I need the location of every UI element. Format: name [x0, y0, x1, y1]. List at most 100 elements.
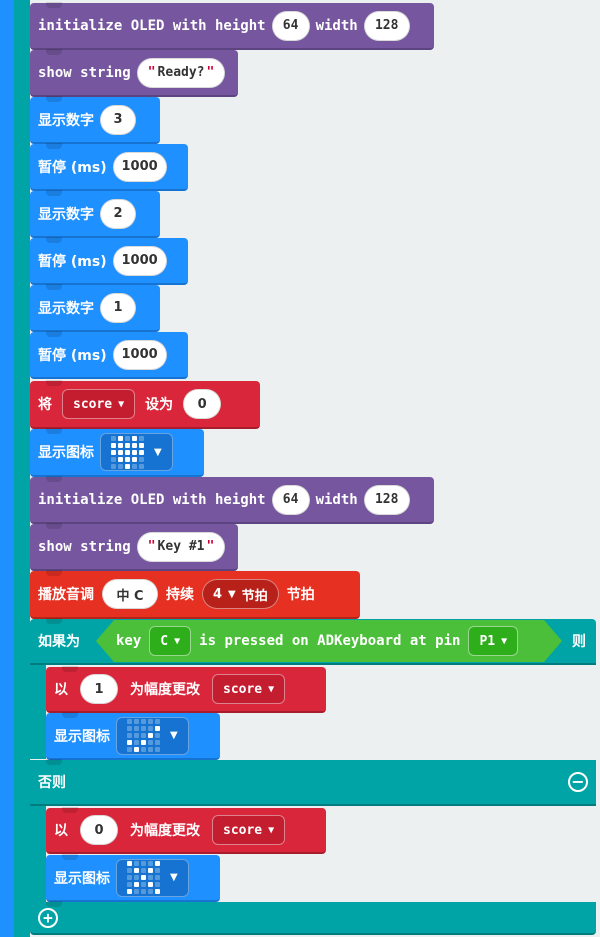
beats-unit: 节拍 — [241, 588, 268, 604]
value-input[interactable]: 0 — [80, 815, 118, 845]
pin-dropdown[interactable]: P1 ▼ — [468, 626, 518, 656]
number-input[interactable]: 1 — [100, 292, 136, 323]
block-label: 暂停 (ms) — [38, 159, 107, 176]
x-icon — [127, 861, 160, 894]
caret-down-icon: ▼ — [268, 683, 275, 695]
add-else-icon[interactable]: + — [38, 907, 58, 928]
show-string-block[interactable]: show string Key #1 — [30, 523, 238, 571]
number-input[interactable]: 2 — [100, 198, 136, 229]
heart-icon — [111, 435, 144, 469]
show-icon-block[interactable]: 显示图标 ▼ — [30, 428, 204, 477]
block-label: 显示图标 — [54, 870, 110, 887]
variable-name: score — [223, 681, 263, 697]
caret-down-icon: ▼ — [228, 588, 236, 600]
change-variable-block[interactable]: 以 0 为幅度更改 score ▼ — [46, 807, 326, 854]
pin-value: P1 — [479, 633, 496, 649]
note-input[interactable]: 中 C — [102, 579, 158, 609]
block-label: width — [315, 491, 358, 508]
value-input[interactable]: 0 — [183, 389, 222, 419]
block-label: is pressed on ADKeyboard at pin — [199, 633, 461, 649]
block-label: 为幅度更改 — [130, 682, 200, 698]
block-label: 暂停 (ms) — [38, 347, 107, 364]
height-input[interactable]: 64 — [271, 10, 310, 41]
block-label: 暂停 (ms) — [38, 253, 107, 270]
width-input[interactable]: 128 — [363, 10, 410, 41]
beats-value: 4 — [213, 586, 223, 602]
change-variable-block[interactable]: 以 1 为幅度更改 score ▼ — [46, 666, 326, 713]
variable-name: score — [223, 822, 263, 838]
string-value: Key #1 — [157, 539, 205, 554]
keyboard-condition-block[interactable]: key C ▼ is pressed on ADKeyboard at pin P… — [96, 620, 562, 662]
block-label: initialize OLED with height — [38, 17, 266, 34]
block-label: 设为 — [145, 397, 174, 413]
caret-down-icon: ▼ — [170, 730, 178, 741]
caret-down-icon: ▼ — [154, 446, 162, 458]
height-input[interactable]: 64 — [271, 484, 310, 515]
block-label: 持续 — [166, 587, 194, 603]
caret-down-icon: ▼ — [174, 635, 181, 647]
variable-dropdown[interactable]: score ▼ — [212, 815, 286, 845]
block-label: 显示数字 — [38, 112, 94, 129]
caret-down-icon: ▼ — [501, 635, 508, 647]
caret-down-icon: ▼ — [118, 398, 125, 410]
if-arm — [30, 665, 46, 759]
init-oled-block[interactable]: initialize OLED with height 64 width 128 — [30, 2, 434, 50]
icon-dropdown[interactable]: ▼ — [100, 433, 173, 471]
else-header[interactable]: 否则 − — [30, 759, 596, 806]
block-label: 显示数字 — [38, 206, 94, 223]
block-label: 以 — [54, 823, 68, 839]
ms-input[interactable]: 1000 — [112, 339, 167, 370]
icon-dropdown[interactable]: ▼ — [116, 858, 189, 897]
set-variable-block[interactable]: 将 score ▼ 设为 0 — [30, 380, 260, 429]
variable-dropdown[interactable]: score ▼ — [212, 674, 286, 704]
block-label: 显示数字 — [38, 300, 94, 317]
block-label: show string — [38, 64, 131, 81]
value-input[interactable]: 1 — [80, 674, 118, 704]
else-arm — [30, 806, 46, 902]
pause-block[interactable]: 暂停 (ms) 1000 — [30, 143, 188, 191]
if-footer: + — [30, 901, 596, 935]
block-label: 如果为 — [38, 634, 80, 650]
show-number-block[interactable]: 显示数字 2 — [30, 190, 160, 238]
rail-blue — [0, 0, 14, 937]
show-number-block[interactable]: 显示数字 3 — [30, 96, 160, 144]
block-label: show string — [38, 538, 131, 555]
pause-block[interactable]: 暂停 (ms) 1000 — [30, 237, 188, 285]
block-label: 播放音调 — [38, 587, 94, 603]
block-label: 以 — [54, 682, 68, 698]
variable-dropdown[interactable]: score ▼ — [62, 389, 136, 419]
key-value: C — [160, 633, 169, 649]
show-icon-block[interactable]: 显示图标 ▼ — [46, 854, 220, 902]
block-label: key — [116, 633, 142, 649]
pause-block[interactable]: 暂停 (ms) 1000 — [30, 331, 188, 379]
block-label: initialize OLED with height — [38, 491, 266, 508]
string-input[interactable]: Key #1 — [136, 531, 226, 562]
rail-teal — [14, 0, 30, 937]
block-label: 则 — [572, 634, 586, 650]
check-icon — [127, 719, 160, 752]
block-label: 显示图标 — [38, 445, 94, 461]
show-icon-block[interactable]: 显示图标 ▼ — [46, 712, 220, 760]
ms-input[interactable]: 1000 — [112, 245, 167, 276]
key-dropdown[interactable]: C ▼ — [149, 626, 191, 656]
block-label: 显示图标 — [54, 728, 110, 745]
number-input[interactable]: 3 — [100, 104, 136, 135]
ms-input[interactable]: 1000 — [112, 151, 167, 182]
block-label: width — [315, 17, 358, 34]
play-tone-block[interactable]: 播放音调 中 C 持续 4 ▼ 节拍 节拍 — [30, 570, 360, 619]
caret-down-icon: ▼ — [170, 872, 178, 883]
block-label: 节拍 — [286, 587, 315, 603]
string-value: Ready? — [157, 65, 205, 80]
width-input[interactable]: 128 — [363, 484, 410, 515]
icon-dropdown[interactable]: ▼ — [116, 716, 189, 755]
show-string-block[interactable]: show string Ready? — [30, 49, 238, 97]
string-input[interactable]: Ready? — [136, 57, 226, 88]
beats-dropdown[interactable]: 4 ▼ 节拍 — [202, 579, 279, 609]
block-label: 否则 — [38, 775, 66, 791]
remove-else-icon[interactable]: − — [568, 772, 588, 792]
caret-down-icon: ▼ — [268, 824, 275, 836]
block-label: 为幅度更改 — [130, 823, 200, 839]
init-oled-block[interactable]: initialize OLED with height 64 width 128 — [30, 476, 434, 524]
variable-name: score — [73, 396, 113, 412]
show-number-block[interactable]: 显示数字 1 — [30, 284, 160, 332]
